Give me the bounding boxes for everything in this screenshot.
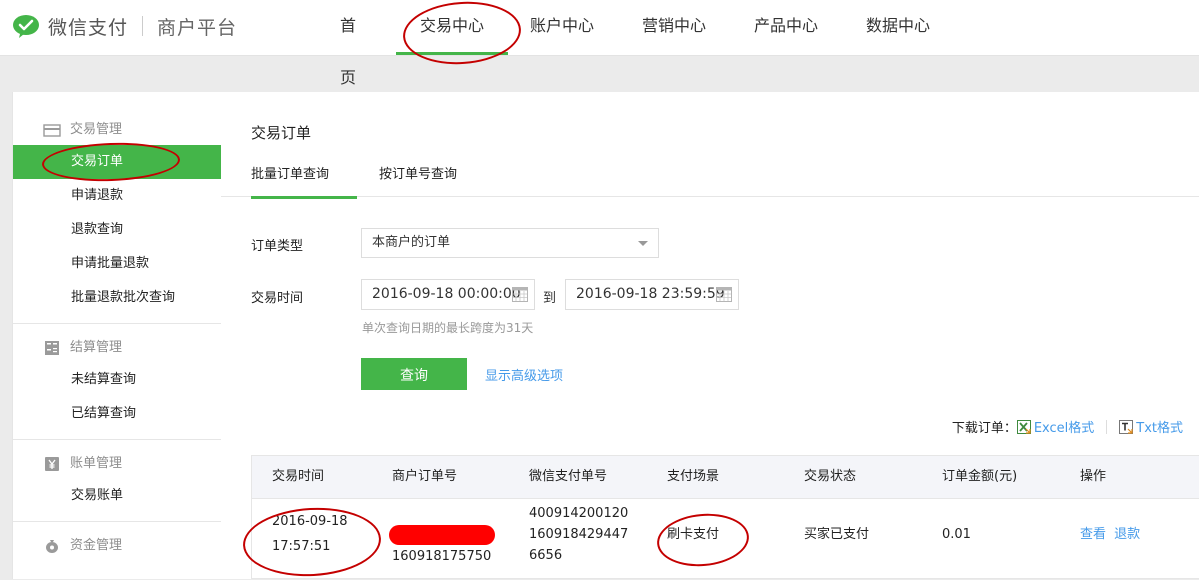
nav-marketing-center[interactable]: 营销中心 [620,0,732,55]
txt-file-icon [1119,419,1134,434]
cell-amount: 0.01 [942,527,971,542]
sidebar-item-batch-refund-query[interactable]: 批量退款批次查询 [13,281,221,315]
sidebar-item-apply-refund[interactable]: 申请退款 [13,179,221,213]
trade-time-label: 交易时间 [251,291,304,306]
redacted-mark [389,525,495,545]
date-range-separator: 到 [543,291,557,306]
order-type-select[interactable]: 本商户的订单 [361,228,659,258]
nav-data-center[interactable]: 数据中心 [844,0,956,55]
cell-pay-scene: 刷卡支付 [667,527,720,542]
chevron-down-icon [638,241,648,246]
nav-account-center[interactable]: 账户中心 [508,0,620,55]
column-header-pay-scene: 支付场景 [667,469,720,484]
sidebar-item-unsettled-query[interactable]: 未结算查询 [13,363,221,397]
start-date-value: 2016-09-18 00:00:00 [372,286,521,302]
table-row: 2016-09-18 17:57:51 160918175750 4009142… [252,498,1199,580]
card-icon [43,124,61,137]
sidebar-item-refund-query[interactable]: 退款查询 [13,213,221,247]
sidebar-group-title: 账单管理 [13,449,221,479]
yen-icon [45,457,59,471]
sidebar-item-trade-orders[interactable]: 交易订单 [13,145,221,179]
sidebar-item-settled-query[interactable]: 已结算查询 [13,397,221,431]
money-bag-icon [46,540,58,553]
start-date-input[interactable]: 2016-09-18 00:00:00 [361,279,535,310]
table-header: 交易时间 商户订单号 微信支付单号 支付场景 交易状态 订单金额(元) 操作 [252,456,1199,499]
refund-link[interactable]: 退款 [1114,527,1140,542]
download-label: 下载订单： [951,421,1017,436]
column-header-actions: 操作 [1080,469,1107,484]
sidebar-item-trade-bill[interactable]: 交易账单 [13,479,221,513]
cell-actions: 查看 退款 [1080,524,1140,545]
brand-divider [142,16,144,36]
brand-subtitle: 商户平台 [157,16,238,39]
query-tabs: 批量订单查询 按订单号查询 [221,154,1199,199]
column-header-wechat-order: 微信支付单号 [529,469,608,484]
cell-wechat-order: 400914200120 160918429447 6656 [529,506,629,563]
sidebar-group-title: 结算管理 [13,333,221,363]
sidebar: 交易管理 交易订单 申请退款 退款查询 申请批量退款 批量退款批次查询 结算管理… [12,92,222,579]
sidebar-group-title: 交易管理 [13,115,221,145]
excel-file-icon [1016,419,1031,434]
top-navigation-bar: 微信支付 商户平台 首页 交易中心 账户中心 营销中心 产品中心 数据中心 [0,0,1199,87]
sidebar-group-settlement: 结算管理 未结算查询 已结算查询 [13,324,221,440]
calendar-icon[interactable] [512,287,528,302]
column-header-trade-status: 交易状态 [804,469,857,484]
sidebar-item-batch-refund[interactable]: 申请批量退款 [13,247,221,281]
cell-trade-time: 2016-09-18 17:57:51 [272,514,348,554]
calculator-icon [45,341,59,355]
main-nav: 首页 交易中心 账户中心 营销中心 产品中心 数据中心 [318,0,956,87]
download-excel-link[interactable]: Excel格式 [1016,417,1094,436]
column-header-merchant-order: 商户订单号 [392,469,458,484]
sidebar-group-funds: 资金管理 [13,522,221,569]
brand-name: 微信支付 [48,16,129,39]
query-button[interactable]: 查询 [361,358,467,390]
end-date-input[interactable]: 2016-09-18 23:59:59 [565,279,739,310]
page-title: 交易订单 [251,124,312,142]
show-advanced-options-link[interactable]: 显示高级选项 [485,365,563,384]
date-range-hint: 单次查询日期的最长跨度为31天 [362,321,534,335]
main-content: 交易订单 批量订单查询 按订单号查询 订单类型 本商户的订单 交易时间 2016… [221,92,1199,579]
column-header-amount: 订单金额(元) [942,469,1018,484]
nav-product-center[interactable]: 产品中心 [732,0,844,55]
cell-trade-status: 买家已支付 [804,527,870,542]
order-type-label: 订单类型 [251,239,304,254]
download-orders-bar: 下载订单： Excel格式 Txt格式 [952,417,1183,436]
sidebar-group-bills: 账单管理 交易账单 [13,440,221,522]
wechat-pay-logo-icon [13,15,39,38]
tab-batch-query[interactable]: 批量订单查询 [251,154,357,199]
download-divider [1106,419,1108,434]
tab-order-number-query[interactable]: 按订单号查询 [379,154,457,196]
logo[interactable]: 微信支付 商户平台 [12,12,237,40]
cell-merchant-order: 160918175750 [392,549,492,564]
view-link[interactable]: 查看 [1080,527,1106,542]
nav-trade-center[interactable]: 交易中心 [396,0,508,55]
column-header-trade-time: 交易时间 [272,469,325,484]
order-type-value: 本商户的订单 [372,235,451,250]
sidebar-group-title: 资金管理 [13,531,221,561]
end-date-value: 2016-09-18 23:59:59 [576,286,725,302]
calendar-icon[interactable] [716,287,732,302]
orders-table: 交易时间 商户订单号 微信支付单号 支付场景 交易状态 订单金额(元) 操作 2… [251,455,1199,579]
sidebar-group-trade: 交易管理 交易订单 申请退款 退款查询 申请批量退款 批量退款批次查询 [13,92,221,324]
download-txt-link[interactable]: Txt格式 [1119,417,1183,436]
nav-home[interactable]: 首页 [318,0,392,87]
